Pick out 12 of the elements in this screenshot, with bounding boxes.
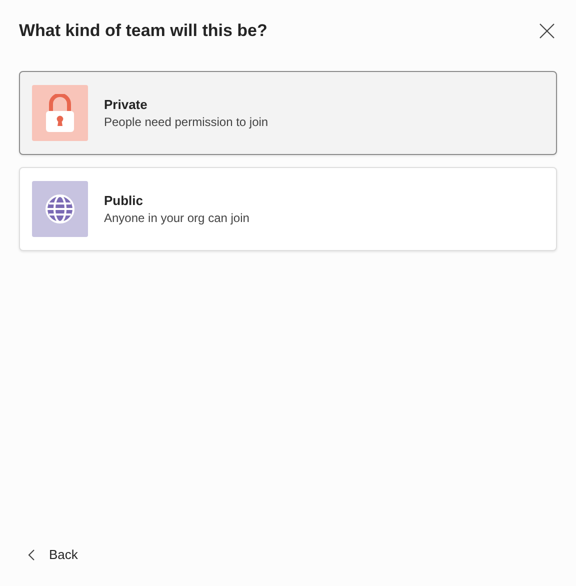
dialog-title: What kind of team will this be? bbox=[19, 21, 268, 41]
lock-icon bbox=[46, 94, 74, 132]
option-description: Anyone in your org can join bbox=[104, 211, 250, 225]
chevron-left-icon bbox=[28, 548, 35, 560]
team-type-option[interactable]: Public Anyone in your org can join bbox=[19, 167, 557, 251]
option-title: Private bbox=[104, 97, 148, 112]
option-description: People need permission to join bbox=[104, 115, 268, 129]
back-button[interactable]: Back bbox=[19, 547, 78, 562]
globe-icon bbox=[45, 194, 75, 224]
option-title: Public bbox=[104, 193, 144, 208]
team-type-option[interactable]: Private People need permission to join bbox=[19, 71, 557, 155]
close-icon[interactable] bbox=[539, 23, 555, 39]
